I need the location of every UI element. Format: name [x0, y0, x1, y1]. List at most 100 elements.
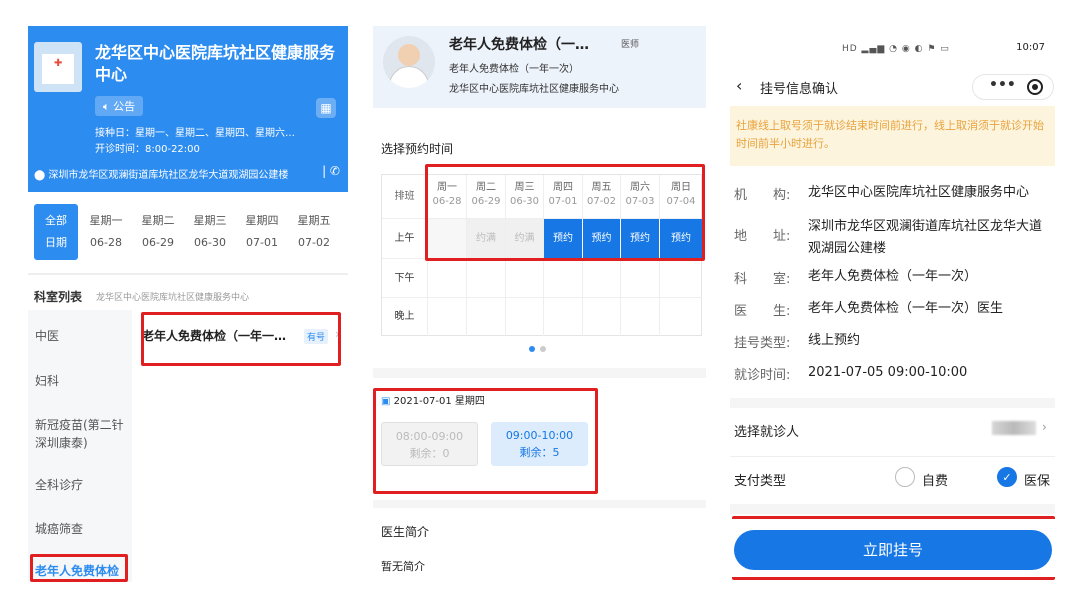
more-icon[interactable]: ••• [989, 77, 1016, 93]
empty-cell [428, 298, 467, 336]
phone-icon[interactable]: | ✆ [322, 164, 340, 178]
calendar-icon: ▣ [381, 396, 391, 407]
empty-cell [660, 298, 702, 336]
date-tab[interactable]: 星期五 07-02 [292, 204, 336, 260]
slot-full: 约满 [467, 219, 506, 259]
patient-name-blurred [992, 421, 1036, 435]
empty-cell [544, 259, 583, 298]
slot-book-button[interactable]: 预约 [544, 219, 583, 259]
department-sidebar: 中医 妇科 新冠疫苗(第二针深圳康泰) 全科诊疗 城癌筛查 老年人免费体检 [28, 310, 132, 582]
back-icon[interactable]: ‹ [736, 76, 742, 95]
page-title: 挂号信息确认 [760, 82, 839, 97]
speaker-icon: 🔈︎ [103, 100, 110, 113]
qr-code-icon[interactable]: ▦ [316, 98, 336, 118]
date-tab[interactable]: 星期四 07-01 [240, 204, 284, 260]
empty-cell [583, 298, 621, 336]
notice-banner: 社康线上取号须于就诊结束时间前进行，线上取消须于就诊开始时间前半小时进行。 [730, 106, 1055, 166]
empty-cell [583, 259, 621, 298]
info-label: 就诊时间: [734, 368, 791, 383]
patient-select-label[interactable]: 选择就诊人 [734, 421, 799, 440]
notice-label: 公告 [113, 100, 136, 113]
empty-cell [428, 259, 467, 298]
sidebar-item[interactable]: 中医 [35, 327, 59, 345]
slot-book-button[interactable]: 预约 [660, 219, 702, 259]
doctor-title: 医师 [621, 40, 640, 50]
doctor-card: 老年人免费体检（一… 医师 老年人免费体检（一年一次） 龙华区中心医院库坑社区健… [373, 26, 706, 108]
empty-cell [621, 298, 660, 336]
empty-cell [506, 298, 544, 336]
doctor-panel: 老年人免费体检（一… 医师 老年人免费体检（一年一次） 龙华区中心医院库坑社区健… [373, 26, 706, 582]
availability-badge: 有号 [304, 329, 329, 344]
info-value: 老年人免费体检（一年一次） [808, 269, 978, 284]
date-tab[interactable]: 星期二 06-29 [136, 204, 180, 260]
status-icons: HD ▂▄▆ ◔ ◉ ◐ ⚑ ▭ [842, 44, 950, 54]
info-value: 老年人免费体检（一年一次）医生 [808, 301, 1004, 316]
divider [28, 273, 348, 275]
info-value: 2021-07-05 09:00-10:00 [808, 365, 968, 380]
hospital-panel: ✚ 龙华区中心医院库坑社区健康服务中心 🔈︎ 公告 ▦ 接种日：星期一、星期二、… [28, 26, 348, 582]
info-label: 机 构: [734, 188, 791, 203]
section-title: 选择预约时间 [381, 142, 454, 156]
department-item[interactable]: 老年人免费体检（一年一… [142, 327, 286, 344]
payment-type-label: 支付类型 [734, 474, 787, 489]
clock: 10:07 [1016, 42, 1045, 53]
radio-self-pay-label[interactable]: 自费 [922, 470, 948, 489]
doctor-department: 老年人免费体检（一年一次） [449, 64, 579, 75]
slot-empty [428, 219, 467, 259]
hospital-address[interactable]: ⬤︎ 深圳市龙华区观澜街道库坑社区龙华大道观湖园公建楼 [34, 166, 339, 181]
doctor-name: 老年人免费体检（一… [449, 37, 589, 53]
grid-corner: 排班 [382, 175, 428, 219]
day-header: 周二 06-29 [467, 175, 506, 219]
section-gap [373, 500, 706, 508]
info-value: 龙华区中心医院库坑社区健康服务中心 [808, 185, 1030, 200]
day-header: 周六 07-03 [621, 175, 660, 219]
hospital-image: ✚ [34, 42, 82, 92]
date-tab[interactable]: 星期一 06-28 [84, 204, 128, 260]
empty-cell [506, 259, 544, 298]
info-label: 挂号类型: [734, 336, 791, 351]
close-record-icon[interactable] [1027, 79, 1043, 95]
date-tab[interactable]: 星期三 06-30 [188, 204, 232, 260]
divider [730, 456, 1055, 457]
empty-cell [621, 259, 660, 298]
slot-book-button[interactable]: 预约 [583, 219, 621, 259]
notice-button[interactable]: 🔈︎ 公告 [95, 96, 144, 116]
address-text: 深圳市龙华区观澜街道库坑社区龙华大道观湖园公建楼 [48, 170, 289, 181]
sidebar-item[interactable]: 城癌筛查 [35, 520, 83, 538]
doctor-hospital: 龙华区中心医院库坑社区健康服务中心 [449, 84, 619, 95]
department-list-title: 科室列表 [34, 290, 83, 304]
date-selector: 全部 日期 星期一 06-28 星期二 06-29 星期三 06-30 星期四 07-01… [28, 204, 348, 260]
slot-book-button[interactable]: 预约 [621, 219, 660, 259]
row-label: 下午 [382, 259, 428, 298]
radio-insurance-label[interactable]: 医保 [1024, 470, 1050, 489]
clinic-hours: 开诊时间：8:00-22:00 [95, 144, 200, 155]
time-slot-available[interactable]: 09:00-10:00 剩余：5 [491, 422, 588, 466]
info-value: 深圳市龙华区观澜街道库坑社区龙华大道观湖园公建楼 [808, 219, 1043, 256]
empty-cell [544, 298, 583, 336]
chevron-right-icon[interactable]: › [1042, 420, 1047, 434]
chevron-right-icon: › [335, 327, 340, 341]
slot-full: 约满 [506, 219, 544, 259]
sidebar-item[interactable]: 全科诊疗 [35, 476, 83, 494]
confirm-panel: HD ▂▄▆ ◔ ◉ ◐ ⚑ ▭ 10:07 ‹ 挂号信息确认 ••• 社康线上… [730, 26, 1055, 582]
empty-cell [467, 298, 506, 336]
register-now-button[interactable]: 立即挂号 [734, 530, 1052, 570]
info-value: 线上预约 [808, 333, 861, 348]
radio-self-pay[interactable] [895, 467, 915, 487]
sidebar-item[interactable]: 妇科 [35, 372, 59, 390]
sidebar-item[interactable]: 新冠疫苗(第二针深圳康泰) [35, 416, 127, 452]
hospital-info: 接种日：星期一、星期二、星期四、星期六… 开诊时间：8:00-22:00 [95, 126, 295, 158]
row-label: 晚上 [382, 298, 428, 336]
date-tab-all[interactable]: 全部 日期 [34, 204, 78, 260]
doctor-intro-title: 医生简介 [381, 525, 430, 539]
section-gap [730, 504, 1055, 514]
radio-insurance-checked[interactable]: ✓ [997, 467, 1017, 487]
empty-cell [467, 259, 506, 298]
hospital-title: 龙华区中心医院库坑社区健康服务中心 [95, 43, 336, 84]
doctor-intro-text: 暂无简介 [381, 560, 425, 573]
schedule-grid: 排班 周一 06-28 周二 06-29 周三 06-30 周四 07-01 周五 07-… [381, 174, 702, 336]
day-header: 周三 06-30 [506, 175, 544, 219]
vaccination-days: 接种日：星期一、星期二、星期四、星期六… [95, 128, 295, 139]
sidebar-item-selected[interactable]: 老年人免费体检 [35, 562, 119, 580]
day-header: 周四 07-01 [544, 175, 583, 219]
